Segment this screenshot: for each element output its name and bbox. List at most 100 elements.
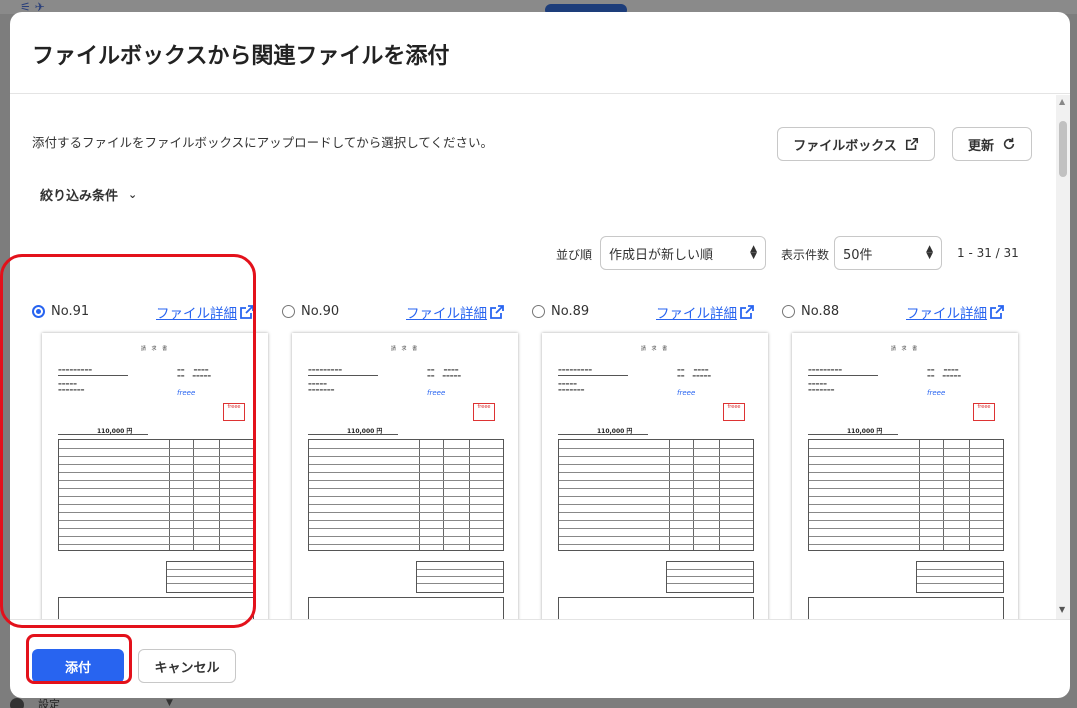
- file-card-header: No.89 ファイル詳細: [521, 301, 769, 322]
- file-thumbnail[interactable]: 請 求 書 ▬▬▬▬▬▬▬▬▬ ▬▬▬▬▬ ▬▬▬▬▬▬▬ ▬▬ ▬▬▬▬ ▬▬…: [42, 333, 268, 619]
- attach-button[interactable]: 添付: [32, 649, 124, 683]
- invoice-underline: [808, 375, 878, 376]
- select-arrows-icon: ▲ ▼: [926, 244, 933, 261]
- invoice-meta-line: ▬▬ ▬▬▬▬: [177, 367, 209, 372]
- cancel-button[interactable]: キャンセル: [138, 649, 236, 683]
- invoice-meta-line: ▬▬ ▬▬▬▬▬: [677, 373, 712, 378]
- refresh-button[interactable]: 更新: [952, 127, 1032, 161]
- scroll-thumb[interactable]: [1059, 121, 1067, 177]
- scroll-up-icon[interactable]: ▲: [1059, 97, 1065, 106]
- freee-stamp: freee: [223, 403, 245, 421]
- invoice-meta-line: ▬▬ ▬▬▬▬: [927, 367, 959, 372]
- scroll-down-icon[interactable]: ▼: [1059, 605, 1065, 614]
- file-thumbnail[interactable]: 請 求 書 ▬▬▬▬▬▬▬▬▬ ▬▬▬▬▬ ▬▬▬▬▬▬▬ ▬▬ ▬▬▬▬ ▬▬…: [542, 333, 768, 619]
- freee-logo: freee: [427, 389, 446, 397]
- filebox-button[interactable]: ファイルボックス: [777, 127, 935, 161]
- file-card-1[interactable]: No.91 ファイル詳細 請 求 書 ▬▬▬▬▬▬▬▬▬ ▬▬▬▬▬ ▬▬▬▬▬…: [21, 301, 269, 619]
- chevron-down-icon: ⌄: [128, 188, 138, 201]
- file-card-header: No.88 ファイル詳細: [771, 301, 1019, 322]
- file-detail-link[interactable]: ファイル詳細: [156, 302, 255, 322]
- invoice-amount-underline: [58, 434, 148, 435]
- invoice-address-line: ▬▬▬▬▬: [558, 381, 577, 386]
- filter-toggle[interactable]: 絞り込み条件 ⌄: [40, 185, 137, 204]
- invoice-address-line: ▬▬▬▬▬▬▬: [308, 387, 335, 392]
- background-gear-icon: [10, 698, 24, 708]
- file-detail-link[interactable]: ファイル詳細: [406, 302, 505, 322]
- invoice-address-line: ▬▬▬▬▬▬▬: [58, 387, 85, 392]
- invoice-address-line: ▬▬▬▬▬: [58, 381, 77, 386]
- count-select[interactable]: 50件 ▲ ▼: [834, 236, 942, 270]
- invoice-summary: [666, 561, 754, 593]
- invoice-customer-line: ▬▬▬▬▬▬▬▬▬: [308, 367, 343, 372]
- invoice-address-line: ▬▬▬▬▬▬▬: [558, 387, 585, 392]
- invoice-meta-line: ▬▬ ▬▬▬▬: [427, 367, 459, 372]
- file-card-header: No.91 ファイル詳細: [21, 301, 269, 322]
- file-radio[interactable]: [532, 304, 545, 318]
- freee-stamp: freee: [973, 403, 995, 421]
- sort-select-value: 作成日が新しい順: [609, 247, 714, 263]
- invoice-address-line: ▬▬▬▬▬▬▬: [808, 387, 835, 392]
- invoice-summary: [916, 561, 1004, 593]
- filter-label: 絞り込み条件: [40, 189, 119, 204]
- invoice-amount-underline: [308, 434, 398, 435]
- file-number: No.91: [51, 303, 90, 319]
- vertical-scrollbar[interactable]: ▲ ▼: [1056, 95, 1070, 619]
- invoice-notes: [58, 597, 254, 619]
- modal-title: ファイルボックスから関連ファイルを添付: [32, 44, 450, 69]
- invoice-meta-line: ▬▬ ▬▬▬▬▬: [427, 373, 462, 378]
- invoice-summary: [166, 561, 254, 593]
- invoice-heading: 請 求 書: [640, 346, 670, 352]
- pagination-range: 1 - 31 / 31: [957, 246, 1019, 260]
- external-link-icon: [490, 305, 504, 319]
- invoice-table: [58, 439, 254, 551]
- external-link-icon: [740, 305, 754, 319]
- sort-label: 並び順: [556, 248, 593, 262]
- file-detail-label: ファイル詳細: [656, 306, 737, 322]
- freee-logo: freee: [927, 389, 946, 397]
- external-link-icon: [240, 305, 254, 319]
- freee-stamp: freee: [723, 403, 745, 421]
- file-thumbnail[interactable]: 請 求 書 ▬▬▬▬▬▬▬▬▬ ▬▬▬▬▬ ▬▬▬▬▬▬▬ ▬▬ ▬▬▬▬ ▬▬…: [792, 333, 1018, 619]
- modal-body: 添付するファイルをファイルボックスにアップロードしてから選択してください。 ファ…: [10, 95, 1070, 619]
- sort-select[interactable]: 作成日が新しい順 ▲ ▼: [600, 236, 766, 270]
- invoice-customer-line: ▬▬▬▬▬▬▬▬▬: [58, 367, 93, 372]
- refresh-icon: [1003, 137, 1015, 150]
- invoice-meta-line: ▬▬ ▬▬▬▬▬: [177, 373, 212, 378]
- invoice-underline: [558, 375, 628, 376]
- file-card-4[interactable]: No.88 ファイル詳細 請 求 書 ▬▬▬▬▬▬▬▬▬ ▬▬▬▬▬ ▬▬▬▬▬…: [771, 301, 1019, 619]
- background-logo-icon: ⚟ ✈: [20, 0, 45, 14]
- file-detail-label: ファイル詳細: [406, 306, 487, 322]
- file-radio[interactable]: [782, 304, 795, 318]
- file-detail-link[interactable]: ファイル詳細: [656, 302, 755, 322]
- count-select-value: 50件: [843, 247, 873, 263]
- invoice-notes: [558, 597, 754, 619]
- file-card-header: No.90 ファイル詳細: [271, 301, 519, 322]
- modal-footer: 添付 キャンセル: [10, 619, 1070, 698]
- file-radio[interactable]: [282, 304, 295, 318]
- invoice-amount-underline: [808, 434, 898, 435]
- invoice-address-line: ▬▬▬▬▬: [308, 381, 327, 386]
- background-caret-icon: ▼: [166, 698, 173, 708]
- invoice-customer-line: ▬▬▬▬▬▬▬▬▬: [558, 367, 593, 372]
- invoice-heading: 請 求 書: [890, 346, 920, 352]
- freee-logo: freee: [677, 389, 696, 397]
- invoice-table: [808, 439, 1004, 551]
- file-card-3[interactable]: No.89 ファイル詳細 請 求 書 ▬▬▬▬▬▬▬▬▬ ▬▬▬▬▬ ▬▬▬▬▬…: [521, 301, 769, 619]
- invoice-heading: 請 求 書: [390, 346, 420, 352]
- file-radio[interactable]: [32, 304, 45, 318]
- invoice-summary: [416, 561, 504, 593]
- file-detail-link[interactable]: ファイル詳細: [906, 302, 1005, 322]
- freee-logo: freee: [177, 389, 196, 397]
- invoice-table: [558, 439, 754, 551]
- freee-stamp: freee: [473, 403, 495, 421]
- file-number: No.89: [551, 303, 590, 319]
- invoice-heading: 請 求 書: [140, 346, 170, 352]
- file-thumbnail[interactable]: 請 求 書 ▬▬▬▬▬▬▬▬▬ ▬▬▬▬▬ ▬▬▬▬▬▬▬ ▬▬ ▬▬▬▬ ▬▬…: [292, 333, 518, 619]
- external-link-icon: [905, 137, 918, 151]
- file-card-2[interactable]: No.90 ファイル詳細 請 求 書 ▬▬▬▬▬▬▬▬▬ ▬▬▬▬▬ ▬▬▬▬▬…: [271, 301, 519, 619]
- invoice-notes: [808, 597, 1004, 619]
- count-label: 表示件数: [781, 248, 830, 262]
- modal-header: ファイルボックスから関連ファイルを添付: [10, 12, 1070, 94]
- invoice-notes: [308, 597, 504, 619]
- invoice-address-line: ▬▬▬▬▬: [808, 381, 827, 386]
